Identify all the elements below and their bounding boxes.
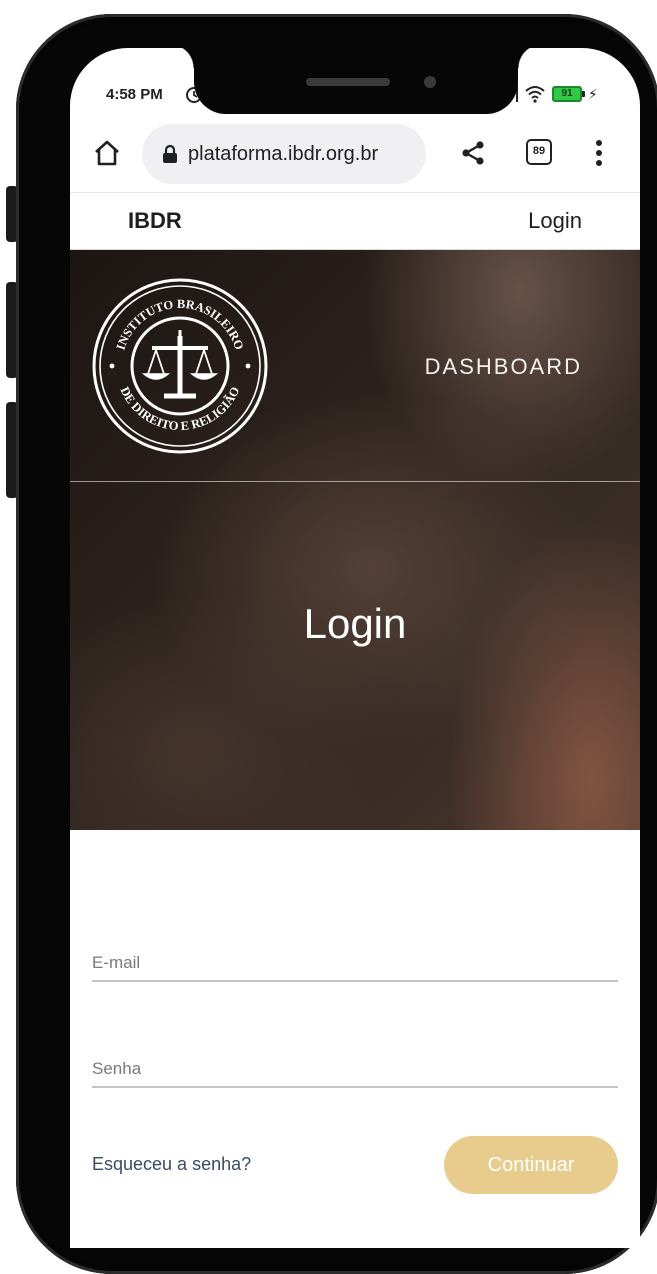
address-bar-url: plataforma.ibdr.org.br xyxy=(188,142,379,165)
nav-login-link[interactable]: Login xyxy=(528,208,582,234)
browser-toolbar: plataforma.ibdr.org.br 89 xyxy=(70,116,640,192)
share-icon[interactable] xyxy=(458,138,488,168)
wifi-icon xyxy=(525,86,545,103)
continue-button[interactable]: Continuar xyxy=(444,1136,618,1194)
email-field[interactable] xyxy=(92,946,618,982)
phone-notch xyxy=(170,44,542,114)
page-title: Login xyxy=(303,600,407,647)
site-brand-link[interactable]: IBDR xyxy=(128,208,182,234)
phone-screen: 4:58 PM 91 ⚡ plataforma.ibdr.org.br 89 I… xyxy=(70,48,640,1248)
lock-icon xyxy=(163,144,177,163)
more-vertical-icon[interactable] xyxy=(584,136,614,170)
home-icon[interactable] xyxy=(92,138,122,168)
status-indicators: 91 ⚡ xyxy=(516,84,598,104)
hero-divider xyxy=(70,481,640,482)
ibdr-seal-logo: INSTITUTO BRASILEIRO DE DIREITO E RELIGI… xyxy=(92,278,268,454)
dashboard-link[interactable]: DASHBOARD xyxy=(425,354,582,380)
tab-switcher-button[interactable]: 89 xyxy=(526,139,552,165)
status-time: 4:58 PM xyxy=(106,86,163,103)
battery-charging-icon: 91 xyxy=(552,86,585,102)
charging-bolt-icon: ⚡ xyxy=(588,85,598,102)
password-field[interactable] xyxy=(92,1052,618,1088)
address-bar[interactable]: plataforma.ibdr.org.br xyxy=(142,124,426,184)
login-form: Esqueceu a senha? Continuar xyxy=(70,830,640,1248)
earpiece-speaker xyxy=(306,78,390,86)
hero-banner: INSTITUTO BRASILEIRO DE DIREITO E RELIGI… xyxy=(70,250,640,830)
phone-frame: 4:58 PM 91 ⚡ plataforma.ibdr.org.br 89 I… xyxy=(16,14,657,1274)
front-camera xyxy=(424,76,436,88)
site-navbar: IBDR Login xyxy=(70,192,640,250)
forgot-password-link[interactable]: Esqueceu a senha? xyxy=(92,1154,251,1175)
scales-of-justice-icon xyxy=(141,330,219,399)
